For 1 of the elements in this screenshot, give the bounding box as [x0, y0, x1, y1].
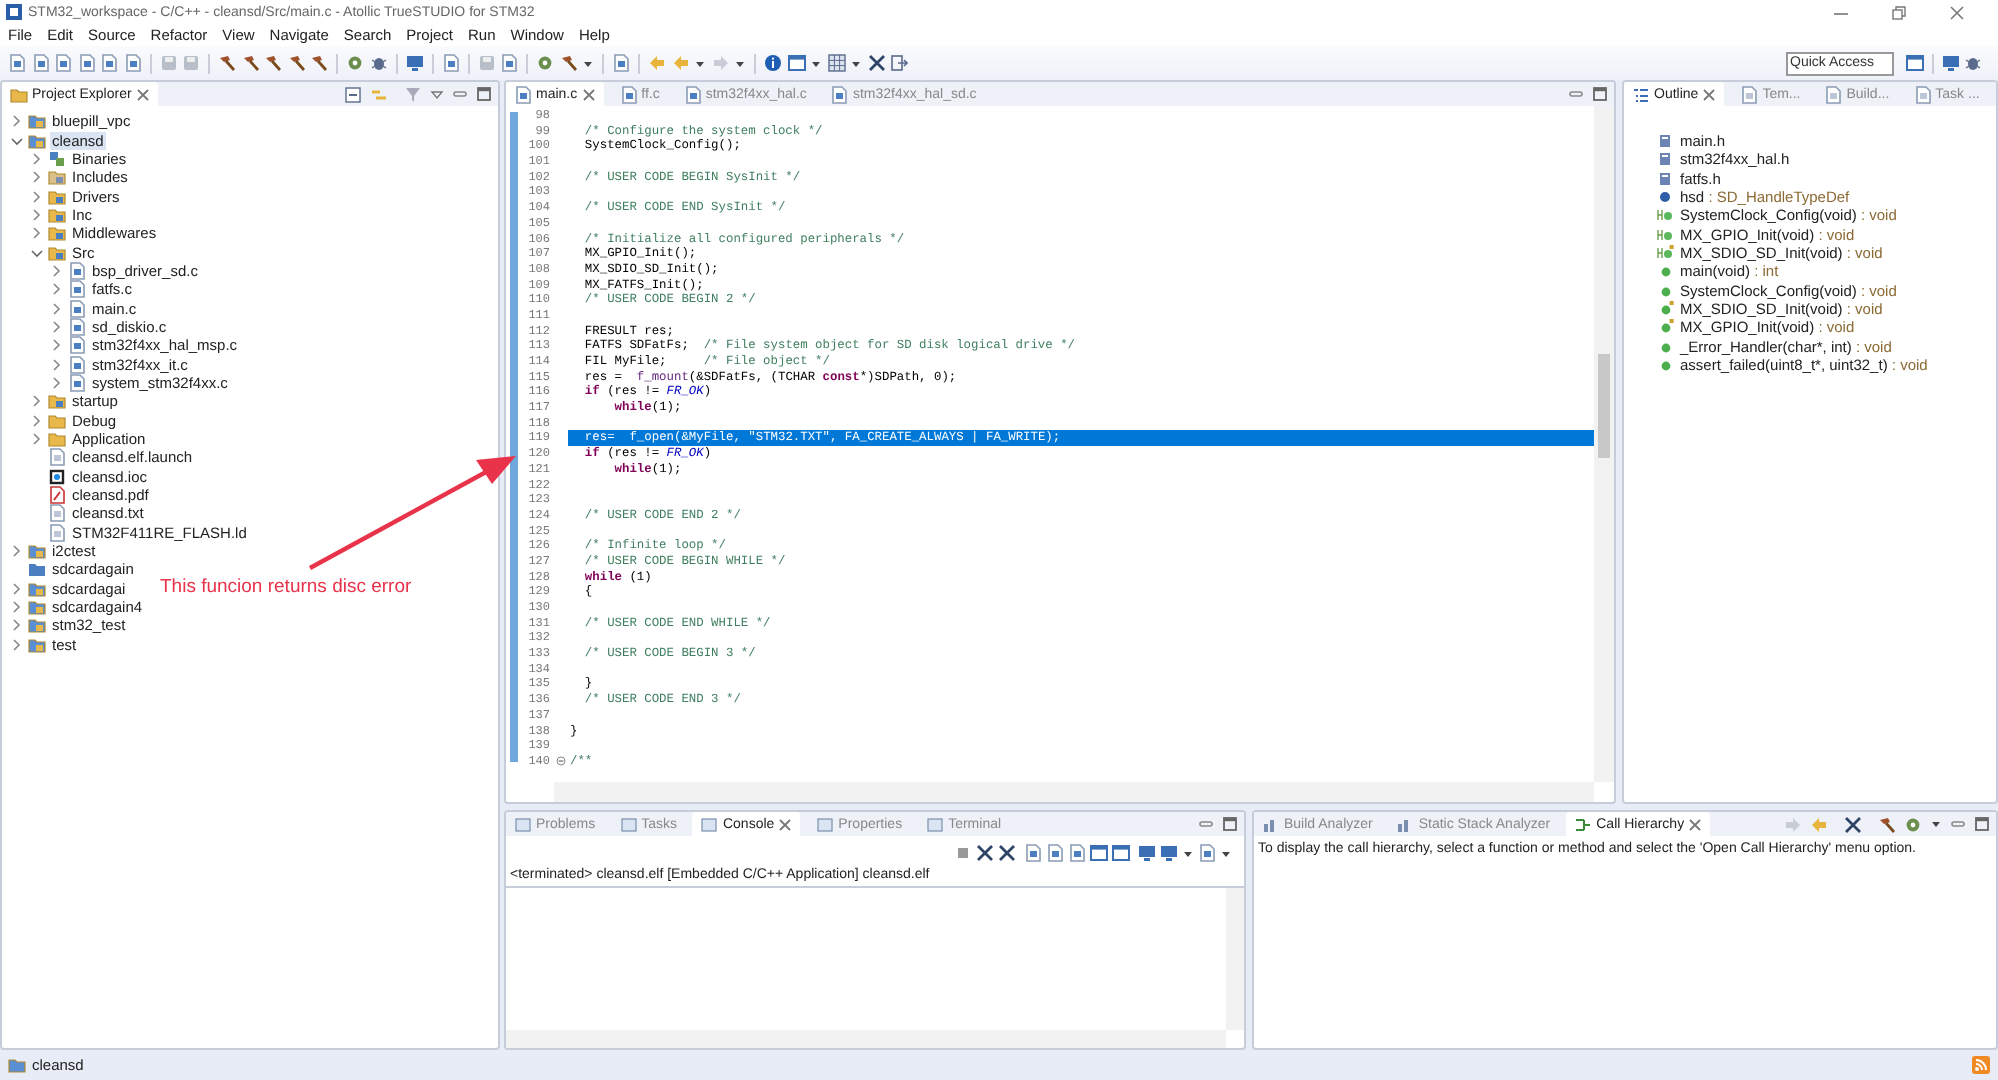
annotation-text: This funcion returns disc error [160, 576, 412, 598]
